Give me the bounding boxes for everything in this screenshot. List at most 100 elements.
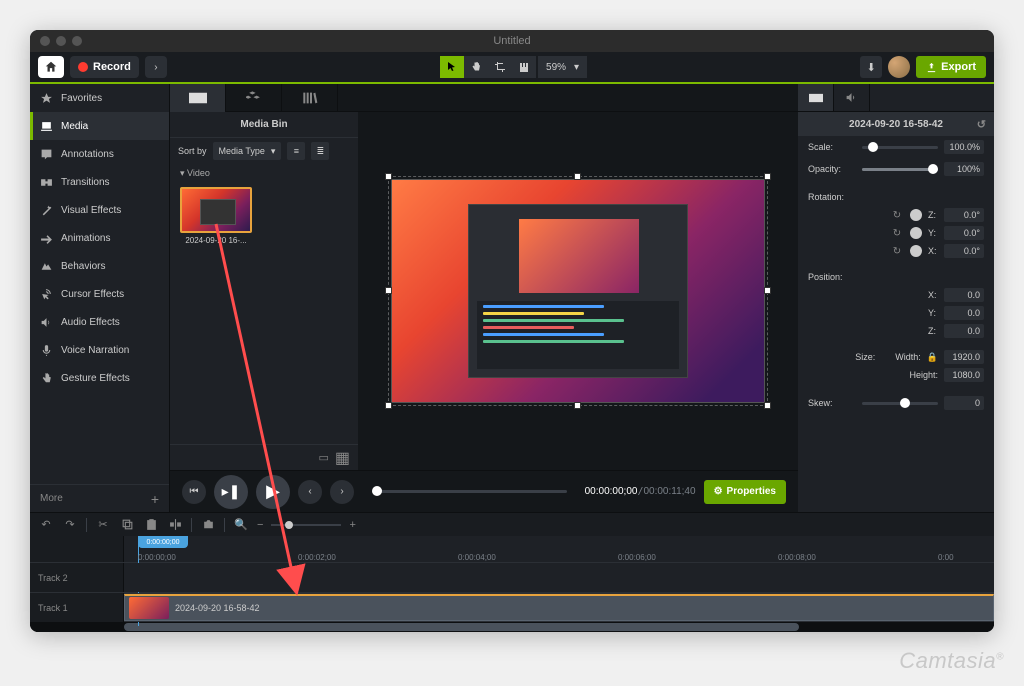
add-panel-button[interactable]: + <box>151 491 159 507</box>
sidebar-item-audio-effects[interactable]: Audio Effects <box>30 308 169 336</box>
download-button[interactable]: ⬇ <box>860 56 882 78</box>
width-value[interactable]: 1920.0 <box>944 350 984 364</box>
rotation-x-value[interactable]: 0.0° <box>944 244 984 258</box>
rotation-dial-y[interactable] <box>910 227 922 239</box>
redo-button[interactable]: ↷ <box>62 517 78 533</box>
layout-toggle-list[interactable]: ▭ <box>318 451 328 464</box>
sidebar-item-media[interactable]: Media <box>30 112 169 140</box>
sidebar-item-cursor-effects[interactable]: Cursor Effects <box>30 280 169 308</box>
magnet-tool-button[interactable] <box>512 56 536 78</box>
zoom-in-button[interactable]: 🔍 <box>233 517 249 533</box>
track-1-row: Track 1 2024-09-20 16-58-42 <box>30 592 994 622</box>
tab-templates[interactable] <box>282 84 338 112</box>
sidebar-item-voice-narration[interactable]: Voice Narration <box>30 336 169 364</box>
sidebar-item-behaviors[interactable]: Behaviors <box>30 252 169 280</box>
record-button[interactable]: Record <box>70 56 139 78</box>
opacity-slider[interactable] <box>862 168 938 171</box>
skew-value[interactable]: 0 <box>944 396 984 410</box>
zoom-display[interactable]: 59% ▾ <box>538 56 587 78</box>
export-button[interactable]: Export <box>916 56 986 78</box>
track-2-header[interactable]: Track 2 <box>30 563 124 592</box>
play-button[interactable]: ▶ <box>256 475 290 509</box>
copy-button[interactable] <box>119 517 135 533</box>
canvas-area[interactable] <box>358 112 798 470</box>
paste-button[interactable] <box>143 517 159 533</box>
track-2-body[interactable] <box>124 563 994 592</box>
scale-slider[interactable] <box>862 146 938 149</box>
sidebar-item-label: Animations <box>61 233 110 244</box>
tab-media-bin[interactable] <box>170 84 226 112</box>
timeline-zoom-slider[interactable] <box>271 524 341 526</box>
timeline-clip[interactable]: 2024-09-20 16-58-42 <box>124 594 994 621</box>
prev-marker-button[interactable]: ⏮ <box>182 480 206 504</box>
split-button[interactable] <box>167 517 183 533</box>
paste-icon <box>145 518 158 531</box>
step-forward-button[interactable]: › <box>330 480 354 504</box>
tab-library[interactable] <box>226 84 282 112</box>
tab-audio-properties[interactable] <box>834 84 870 111</box>
sidebar-item-transitions[interactable]: Transitions <box>30 168 169 196</box>
tab-visual-properties[interactable] <box>798 84 834 111</box>
timeline-ruler[interactable]: 0:00:00;00 0:00:00;00 0:00:02;00 0:00:04… <box>124 536 994 562</box>
sidebar-item-visual-effects[interactable]: Visual Effects <box>30 196 169 224</box>
crop-tool-button[interactable] <box>488 56 512 78</box>
sort-select[interactable]: Media Type ▾ <box>213 142 282 160</box>
position-y-value[interactable]: 0.0 <box>944 306 984 320</box>
skew-slider[interactable] <box>862 402 938 405</box>
speaker-icon <box>845 91 858 104</box>
timeline-toolbar: ↶ ↷ ✂ 🔍 − + <box>30 512 994 536</box>
opacity-value[interactable]: 100% <box>944 162 984 176</box>
undo-button[interactable]: ↶ <box>38 517 54 533</box>
media-thumbnail[interactable]: 2024-09-20 16-... <box>180 187 252 245</box>
position-x-value[interactable]: 0.0 <box>944 288 984 302</box>
sidebar-item-annotations[interactable]: Annotations <box>30 140 169 168</box>
transport-bar: ⏮ ▸❚ ▶ ‹ › 00:00:00;00/00:00:11;40 ⚙ Pro… <box>170 470 798 512</box>
position-z-value[interactable]: 0.0 <box>944 324 984 338</box>
layout-toggle-grid[interactable]: ▦ <box>335 448 350 468</box>
gesture-icon <box>40 372 53 385</box>
sidebar-item-animations[interactable]: Animations <box>30 224 169 252</box>
cut-button[interactable]: ✂ <box>95 517 111 533</box>
timeline-scrollbar[interactable] <box>30 622 994 632</box>
pan-tool-button[interactable] <box>464 56 488 78</box>
watermark: Camtasia® <box>899 648 1004 674</box>
chevron-down-icon: ▾ <box>271 146 276 157</box>
scale-value[interactable]: 100.0% <box>944 140 984 154</box>
record-options-button[interactable]: › <box>145 56 167 78</box>
reset-icon[interactable]: ↺ <box>977 118 986 131</box>
home-button[interactable] <box>38 56 64 78</box>
sort-desc-button[interactable]: ≣ <box>311 142 329 160</box>
sidebar-item-favorites[interactable]: Favorites <box>30 84 169 112</box>
audio-icon <box>40 316 53 329</box>
properties-button[interactable]: ⚙ Properties <box>704 480 786 504</box>
track-1-body[interactable]: 2024-09-20 16-58-42 <box>124 593 994 622</box>
rotation-dial-z[interactable] <box>910 209 922 221</box>
rotation-dial-x[interactable] <box>910 245 922 257</box>
step-back-button[interactable]: ‹ <box>298 480 322 504</box>
play-pause-button[interactable]: ▸❚ <box>214 475 248 509</box>
chevron-right-icon: › <box>340 486 343 497</box>
lock-icon[interactable]: 🔒 <box>927 352 938 363</box>
track-1-header[interactable]: Track 1 <box>30 593 124 622</box>
filmstrip-icon <box>809 92 823 104</box>
skew-row: Skew: 0 <box>798 392 994 414</box>
rotation-z-value[interactable]: 0.0° <box>944 208 984 222</box>
canvas-clip[interactable] <box>392 180 764 402</box>
sidebar-item-gesture-effects[interactable]: Gesture Effects <box>30 364 169 392</box>
rotation-y-value[interactable]: 0.0° <box>944 226 984 240</box>
timecode-display: 00:00:00;00/00:00:11;40 <box>585 486 696 497</box>
export-icon <box>926 62 937 73</box>
size-label: Size: <box>855 352 889 362</box>
behaviors-icon <box>40 260 53 273</box>
seek-slider[interactable] <box>372 490 567 493</box>
clip-label: 2024-09-20 16-58-42 <box>175 603 260 613</box>
skip-back-icon: ⏮ <box>190 486 199 497</box>
more-label: More <box>40 493 63 504</box>
height-value[interactable]: 1080.0 <box>944 368 984 382</box>
select-tool-button[interactable] <box>440 56 464 78</box>
window-controls[interactable] <box>40 36 82 46</box>
screenshot-button[interactable] <box>200 517 216 533</box>
playhead-indicator[interactable]: 0:00:00;00 <box>138 536 188 548</box>
sort-asc-button[interactable]: ≡ <box>287 142 305 160</box>
user-avatar[interactable] <box>888 56 910 78</box>
